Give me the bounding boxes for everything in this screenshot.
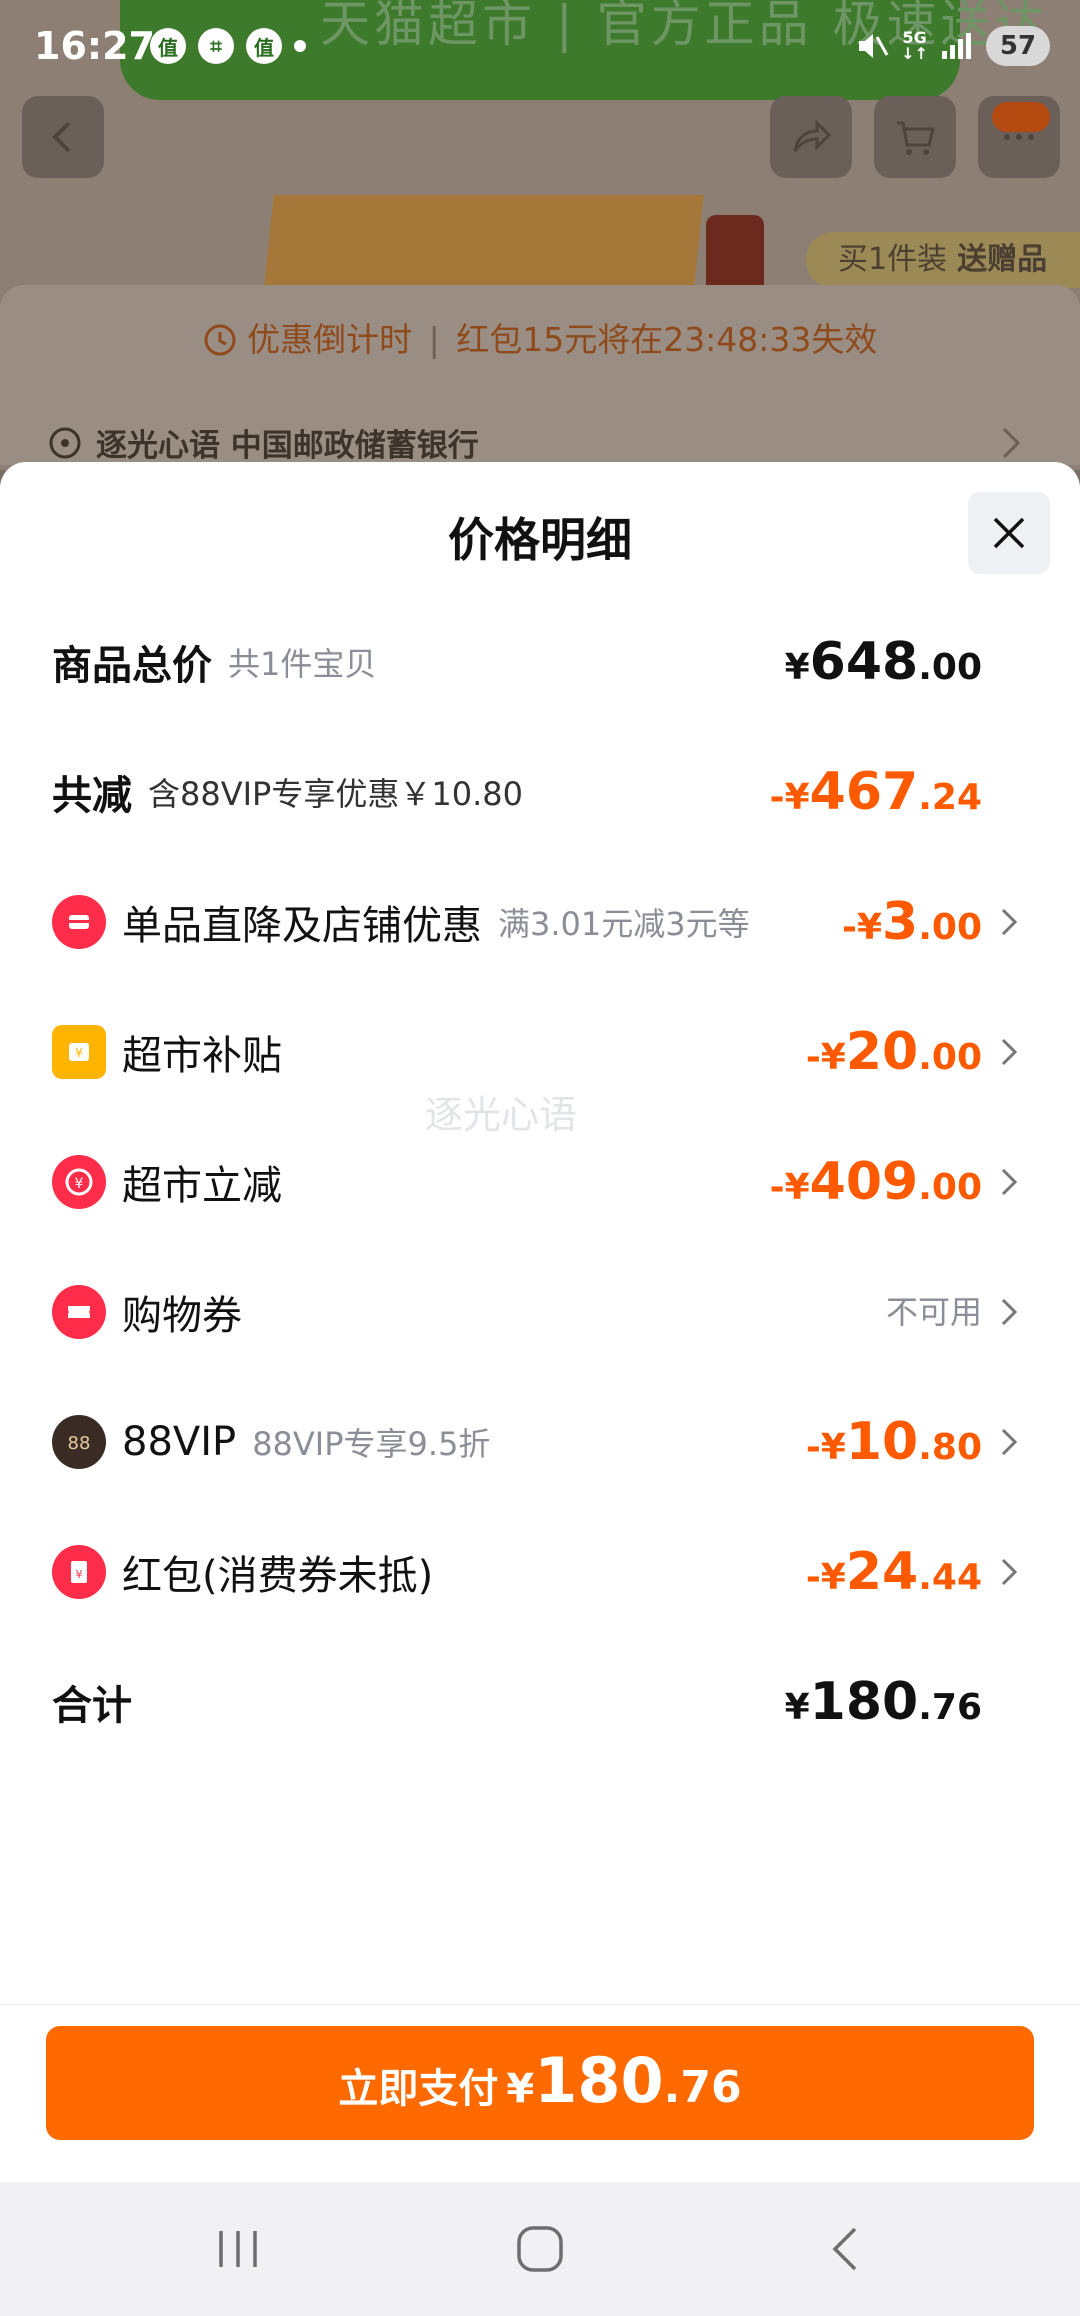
battery-indicator: 57	[986, 26, 1050, 66]
instant-discount-icon: ¥	[52, 1155, 106, 1209]
discount-label: 单品直降及店铺优惠	[122, 903, 482, 949]
watermark: 逐光心语	[425, 1093, 578, 1137]
discount-amount: -¥ 10.80	[805, 1412, 982, 1472]
discount-amount: -¥ 409.00	[769, 1152, 982, 1212]
promo-tag-a: 买1件装	[838, 242, 948, 277]
status-time: 16:27	[34, 24, 155, 68]
discount-row-88vip[interactable]: 88 88VIP 88VIP专享9.5折 -¥ 10.80	[52, 1402, 1020, 1482]
grand-total-amount: ¥180.76	[784, 1672, 982, 1732]
countdown-text: 优惠倒计时 | 红包15元将在23:48:33失效	[0, 313, 1080, 361]
discount-label: 购物券	[122, 1293, 242, 1339]
sheet-title: 价格明细	[448, 513, 632, 567]
svg-text:¥: ¥	[76, 1568, 83, 1581]
total-price-label: 商品总价	[52, 643, 212, 689]
total-price-amount: ¥648.00	[784, 632, 982, 692]
home-icon	[517, 2226, 563, 2272]
notification-badge	[992, 102, 1050, 132]
clock-icon	[204, 324, 236, 356]
svg-text:88: 88	[68, 1433, 91, 1454]
notification-dot-icon	[294, 40, 306, 52]
chevron-right-icon	[1001, 1558, 1018, 1586]
discount-label: 红包(消费券未抵)	[122, 1553, 434, 1599]
discount-amount: -¥ 24.44	[805, 1542, 982, 1602]
coupon-icon	[52, 1285, 106, 1339]
red-packet-icon: ¥	[52, 1545, 106, 1599]
address-chevron-icon	[1002, 427, 1021, 459]
discount-row-subsidy[interactable]: ¥ 超市补贴 -¥ 20.00	[52, 1012, 1020, 1092]
total-reduction-row: 共减 含88VIP专享优惠￥10.80 -¥ 467.24	[52, 752, 1020, 832]
svg-text:¥: ¥	[75, 1176, 84, 1192]
discount-note: 满3.01元减3元等	[498, 905, 750, 943]
app-badge-icon: 值	[246, 28, 282, 64]
promo-tag: 买1件装 送赠品	[806, 232, 1080, 288]
discount-note: 88VIP专享9.5折	[252, 1425, 491, 1463]
pay-now-label: 立即支付	[338, 2066, 499, 2112]
shop-discount-icon	[52, 895, 106, 949]
total-reduction-label: 共减	[52, 773, 132, 819]
total-price-row: 商品总价 共1件宝贝 ¥648.00	[52, 622, 1020, 702]
discount-row-red-packet[interactable]: ¥ 红包(消费券未抵) -¥ 24.44	[52, 1532, 1020, 1612]
status-app-icons: 值 ⌗ 值	[150, 28, 306, 64]
total-price-count: 共1件宝贝	[228, 645, 377, 683]
total-reduction-note: 含88VIP专享优惠￥10.80	[148, 775, 523, 813]
network-type: 5G ↓↑	[901, 28, 928, 63]
countdown-message: 红包15元将在23:48:33失效	[456, 320, 878, 359]
chevron-right-icon	[1001, 908, 1018, 936]
chevron-right-icon	[1001, 1428, 1018, 1456]
coupon-status: 不可用	[885, 1293, 982, 1331]
pay-currency: ¥	[506, 2066, 535, 2112]
discount-row-shop[interactable]: 单品直降及店铺优惠 满3.01元减3元等 -¥ 3.00	[52, 882, 1020, 962]
address-text: 逐光心语 中国邮政储蓄银行	[96, 428, 479, 464]
scan-icon: ⌗	[198, 28, 234, 64]
status-system-icons: 5G ↓↑ 57	[855, 26, 1050, 66]
share-button[interactable]	[770, 96, 852, 178]
close-icon	[993, 517, 1025, 549]
total-reduction-amount: -¥ 467.24	[769, 762, 982, 822]
chevron-right-icon	[1001, 1168, 1018, 1196]
home-button[interactable]	[510, 2222, 570, 2276]
discount-label: 超市补贴	[122, 1033, 282, 1079]
recent-apps-icon	[219, 2231, 257, 2267]
chevron-right-icon	[1001, 1298, 1018, 1326]
discount-label: 超市立减	[122, 1163, 282, 1209]
discount-label: 88VIP	[122, 1419, 237, 1465]
system-nav-bar	[0, 2182, 1080, 2316]
price-detail-sheet: 价格明细 商品总价 共1件宝贝 ¥648.00 共减 含88VIP专享优惠￥10…	[0, 462, 1080, 2182]
location-icon	[49, 427, 81, 458]
svg-text:¥: ¥	[75, 1046, 83, 1060]
sheet-close-button[interactable]	[968, 492, 1050, 574]
vip88-icon: 88	[52, 1415, 106, 1469]
discount-row-coupon[interactable]: 购物券 不可用	[52, 1272, 1020, 1352]
discount-row-instant[interactable]: ¥ 超市立减 -¥ 409.00	[52, 1142, 1020, 1222]
pay-amount-int: 180	[534, 2044, 664, 2117]
app-badge-icon: 值	[150, 28, 186, 64]
back-arrow-icon	[52, 121, 71, 153]
subsidy-icon: ¥	[52, 1025, 106, 1079]
grand-total-row: 合计 ¥180.76	[52, 1662, 1020, 1742]
promo-tag-b: 送赠品	[957, 242, 1048, 277]
cart-icon	[897, 121, 935, 155]
share-icon	[793, 119, 832, 152]
address-row[interactable]: 逐光心语 中国邮政储蓄银行	[48, 420, 479, 465]
payment-footer: 立即支付 ¥ 180 .76	[0, 2004, 1080, 2183]
countdown-label: 优惠倒计时	[247, 320, 413, 359]
discount-amount: -¥ 3.00	[842, 892, 982, 952]
status-bar: 16:27 值 ⌗ 值 5G ↓↑ 57	[0, 0, 1080, 100]
grand-total-label: 合计	[52, 1683, 132, 1729]
pay-now-button[interactable]: 立即支付 ¥ 180 .76	[46, 2026, 1034, 2140]
chevron-right-icon	[1001, 1038, 1018, 1066]
signal-icon	[942, 33, 971, 59]
recent-apps-button[interactable]	[208, 2222, 268, 2276]
pay-amount-dec: .76	[663, 2062, 742, 2113]
cart-button[interactable]	[874, 96, 956, 178]
discount-amount: -¥ 20.00	[805, 1022, 982, 1082]
back-nav-button[interactable]	[814, 2222, 874, 2276]
mute-icon	[859, 34, 889, 58]
back-button[interactable]	[22, 96, 104, 178]
back-nav-icon	[832, 2227, 857, 2271]
